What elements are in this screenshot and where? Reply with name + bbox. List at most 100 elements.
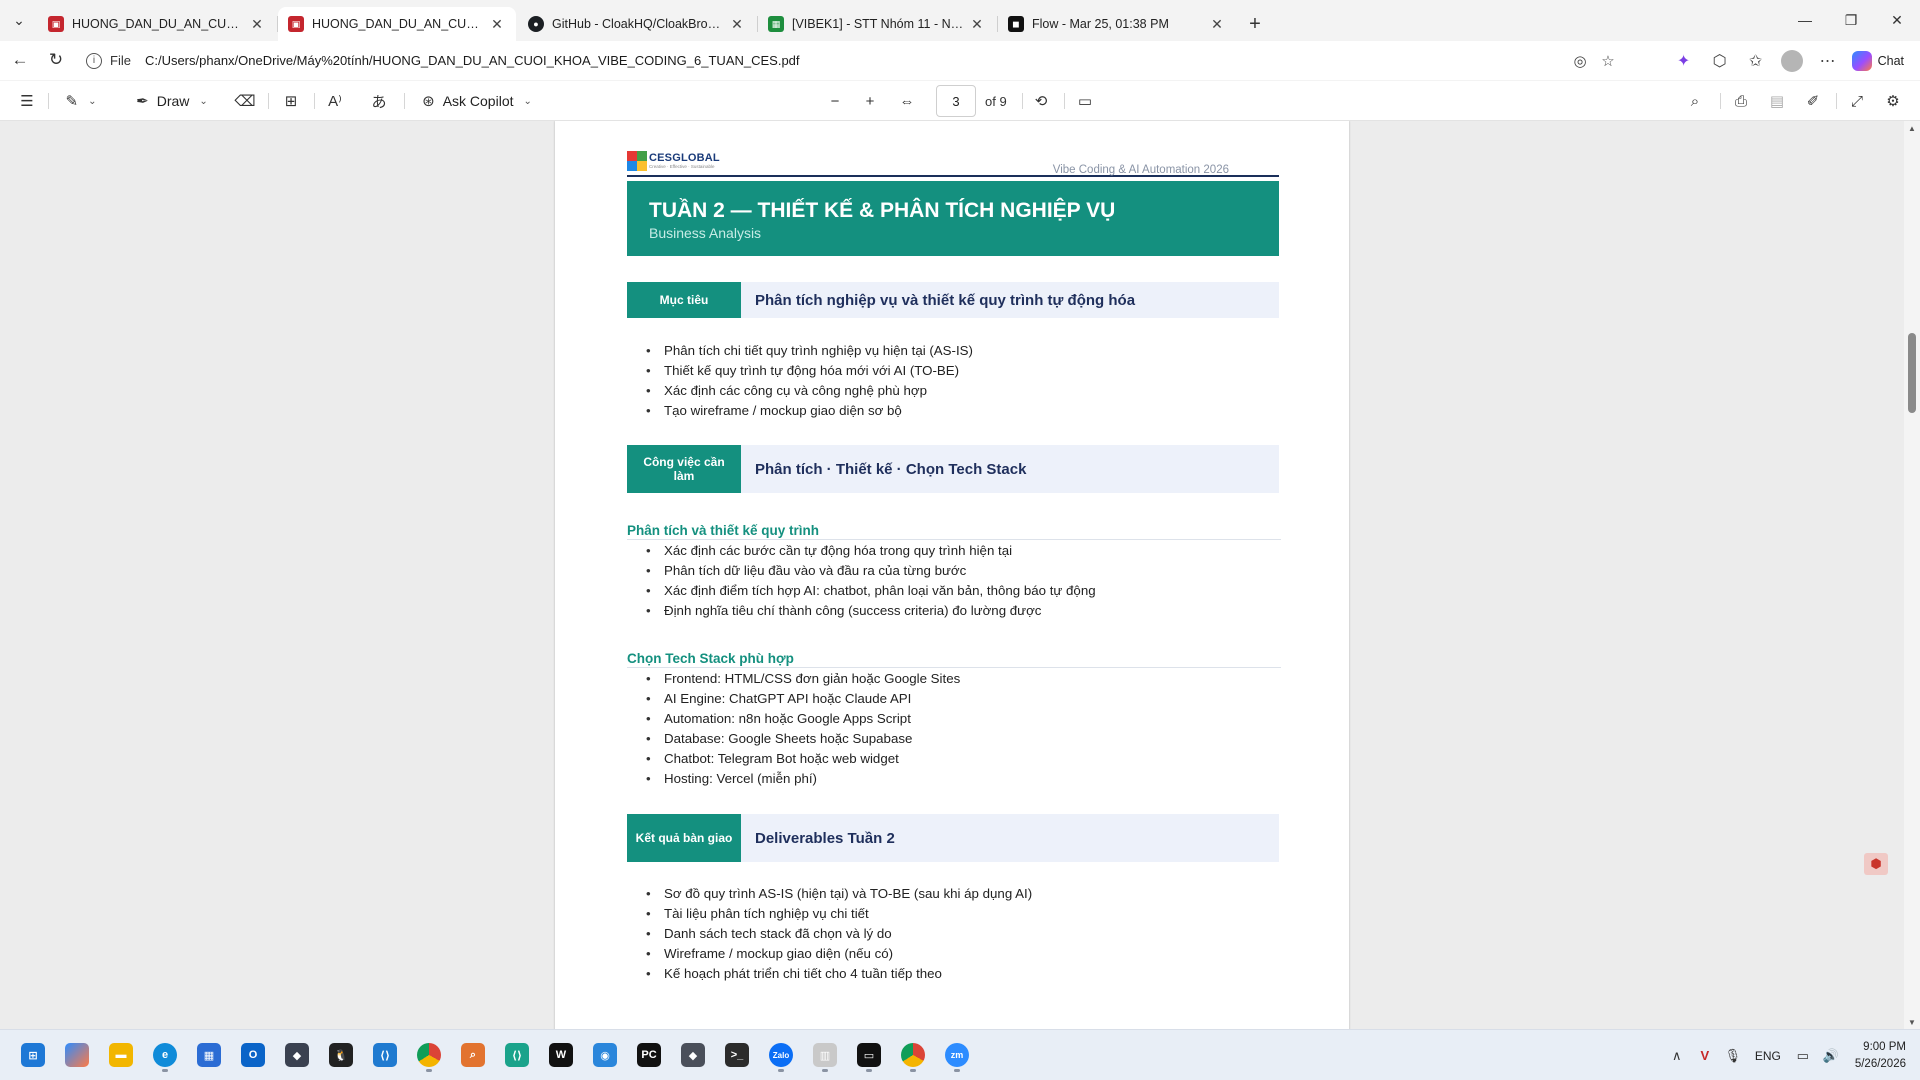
logo-tagline: Creative · Effective · Sustainable	[649, 164, 715, 169]
outlook-button[interactable]: O	[234, 1036, 272, 1074]
pdf-icon: ▣	[48, 16, 64, 32]
tech-stack-list: Frontend: HTML/CSS đơn giản hoặc Google …	[646, 669, 1264, 789]
list-item: Thiết kế quy trình tự động hóa mới với A…	[646, 361, 1264, 381]
input-language[interactable]: ENG	[1755, 1049, 1781, 1063]
tab-sheets[interactable]: ▦ [VIBEK1] - STT Nhóm 11 - Nguyen ✕	[758, 7, 998, 41]
app-button[interactable]: ◆	[278, 1036, 316, 1074]
cmd-button[interactable]: ▭	[850, 1036, 888, 1074]
show-hidden-icons-chevron-icon[interactable]: ∧	[1663, 1048, 1691, 1064]
edge-button[interactable]: e	[146, 1036, 184, 1074]
zoom-button[interactable]: zm	[938, 1036, 976, 1074]
copilot-app-button[interactable]	[58, 1036, 96, 1074]
store-button[interactable]: ▦	[190, 1036, 228, 1074]
pycharm-button[interactable]: PC	[630, 1036, 668, 1074]
file-explorer-button[interactable]: ▬	[102, 1036, 140, 1074]
copilot-chat-button[interactable]: Chat	[1846, 45, 1910, 76]
read-aloud-icon[interactable]: ◎	[1566, 52, 1594, 70]
new-tab-button[interactable]: +	[1238, 7, 1272, 41]
vscode-insiders-button[interactable]: ⟨⟩	[498, 1036, 536, 1074]
text-box-icon[interactable]: ⊞	[276, 85, 306, 117]
favorite-star-icon[interactable]: ☆	[1594, 52, 1622, 70]
chrome-button[interactable]	[410, 1036, 448, 1074]
fit-to-page-icon[interactable]: ⇔	[892, 85, 922, 117]
section-tag: Mục tiêu	[627, 282, 741, 318]
antivirus-icon[interactable]: V	[1691, 1048, 1719, 1063]
tab-pdf-1[interactable]: ▣ HUONG_DAN_DU_AN_CUOI_KHOA_VIBE_CODING_…	[38, 7, 278, 41]
save-icon[interactable]: ▤	[1762, 85, 1792, 117]
ask-copilot-label: Ask Copilot	[442, 93, 514, 109]
contents-list-icon[interactable]: ☰	[12, 85, 42, 117]
draw-button[interactable]: ✒ Draw ⌄	[124, 85, 220, 117]
close-tab-icon[interactable]: ✕	[968, 16, 986, 33]
extensions-puzzle-icon[interactable]: ⬡	[1702, 45, 1738, 76]
terminal-button[interactable]: >_	[718, 1036, 756, 1074]
microphone-icon[interactable]: 🎙	[1719, 1048, 1747, 1064]
snipping-app-button[interactable]: ◉	[586, 1036, 624, 1074]
highlight-button[interactable]: ✎ ⌄	[58, 85, 104, 117]
fullscreen-icon[interactable]: ⤢	[1842, 85, 1872, 117]
toolbar-divider	[1022, 93, 1023, 109]
site-info-icon[interactable]: i	[86, 52, 102, 69]
tab-pdf-2-active[interactable]: ▣ HUONG_DAN_DU_AN_CUOI_KHOA_VIBE_CODING_…	[278, 7, 516, 41]
address-field[interactable]: i File C:/Users/phanx/OneDrive/Máy%20tín…	[76, 45, 1632, 76]
acrobat-pdf-icon[interactable]: ⬢	[1864, 853, 1888, 875]
vertical-scrollbar[interactable]: ▲ ▼	[1904, 121, 1920, 1029]
scroll-up-icon[interactable]: ▲	[1904, 121, 1920, 135]
zoom-out-icon[interactable]: −	[820, 85, 850, 117]
close-window-icon[interactable]: ✕	[1874, 0, 1920, 40]
w-logo-icon: W	[549, 1043, 573, 1067]
minimize-icon[interactable]: —	[1782, 0, 1828, 40]
terminal-icon: >_	[725, 1043, 749, 1067]
tab-title: HUONG_DAN_DU_AN_CUOI_KHOA_VIBE_CODING_6_…	[72, 17, 248, 31]
start-button[interactable]: ⊞	[14, 1036, 52, 1074]
vscode-button[interactable]: ⟨⟩	[366, 1036, 404, 1074]
read-aloud-icon[interactable]: A⁾	[320, 85, 350, 117]
more-menu-icon[interactable]: ⋯	[1810, 45, 1846, 76]
close-tab-icon[interactable]: ✕	[728, 16, 746, 33]
extension-icon[interactable]: ✦	[1666, 45, 1702, 76]
unity-button[interactable]: ◆	[674, 1036, 712, 1074]
rotate-icon[interactable]: ⟲	[1026, 85, 1056, 117]
print-icon[interactable]: ⎙	[1726, 85, 1756, 117]
url-text[interactable]: C:/Users/phanx/OneDrive/Máy%20tính/HUONG…	[145, 53, 1566, 68]
profile-avatar[interactable]	[1774, 45, 1810, 76]
close-tab-icon[interactable]: ✕	[1208, 16, 1226, 33]
list-item: Xác định điểm tích hợp AI: chatbot, phân…	[646, 581, 1264, 601]
chevron-down-icon: ⌄	[523, 95, 532, 107]
save-as-icon[interactable]: ✐	[1798, 85, 1828, 117]
sheets-icon: ▦	[768, 16, 784, 32]
chrome-profile-button[interactable]	[894, 1036, 932, 1074]
close-tab-icon[interactable]: ✕	[488, 16, 506, 33]
writer-app-button[interactable]: W	[542, 1036, 580, 1074]
volume-icon[interactable]: 🔊	[1817, 1048, 1845, 1064]
zoom-in-icon[interactable]: +	[855, 85, 885, 117]
network-icon[interactable]: ▭	[1789, 1048, 1817, 1064]
page-view-icon[interactable]: ▭	[1070, 85, 1100, 117]
page-header: CESGLOBAL Creative · Effective · Sustain…	[627, 151, 1279, 177]
ask-copilot-button[interactable]: ⊛ Ask Copilot ⌄	[414, 85, 540, 117]
settings-gear-icon[interactable]: ⚙	[1878, 85, 1908, 117]
back-icon[interactable]: ←	[2, 42, 38, 78]
office-app-button[interactable]: ▥	[806, 1036, 844, 1074]
linux-app-button[interactable]: 🐧	[322, 1036, 360, 1074]
translate-icon[interactable]: あ	[364, 85, 394, 117]
scrollbar-thumb[interactable]	[1908, 333, 1916, 413]
scroll-down-icon[interactable]: ▼	[1904, 1015, 1920, 1029]
page-number-input[interactable]: 3	[936, 85, 976, 117]
zalo-button[interactable]: Zalo	[762, 1036, 800, 1074]
search-app-button[interactable]: ⌕	[454, 1036, 492, 1074]
reload-icon[interactable]: ↻	[38, 42, 74, 78]
tab-flow[interactable]: ◼ Flow - Mar 25, 01:38 PM ✕	[998, 7, 1236, 41]
close-tab-icon[interactable]: ✕	[248, 16, 266, 33]
pdf-viewport[interactable]: CESGLOBAL Creative · Effective · Sustain…	[0, 121, 1920, 1029]
running-indicator	[822, 1069, 828, 1072]
restore-icon[interactable]: ❐	[1828, 0, 1874, 40]
toolbar-divider	[48, 93, 49, 109]
tab-actions-menu-icon[interactable]: ⌄	[0, 0, 38, 41]
eraser-icon[interactable]: ⌫	[230, 85, 260, 117]
favorites-icon[interactable]: ✩	[1738, 45, 1774, 76]
tab-github[interactable]: ● GitHub - CloakHQ/CloakBrowser: S ✕	[518, 7, 758, 41]
system-clock[interactable]: 9:00 PM 5/26/2026	[1855, 1039, 1906, 1073]
running-indicator	[778, 1069, 784, 1072]
search-icon[interactable]: ⌕	[1680, 85, 1710, 117]
